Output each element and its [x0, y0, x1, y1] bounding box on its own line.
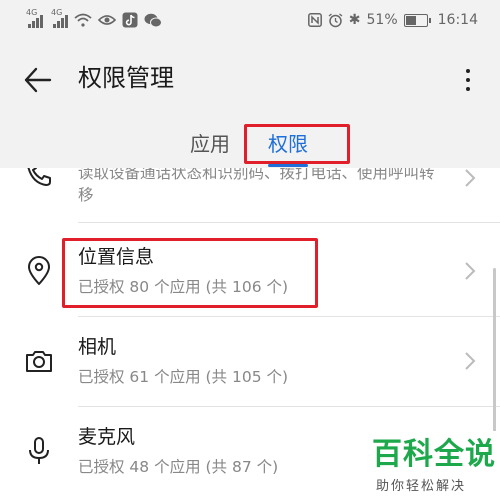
more-options-button[interactable]	[458, 62, 478, 98]
bluetooth-icon: ✱	[348, 12, 361, 28]
battery-icon	[403, 13, 431, 27]
wifi-icon	[74, 13, 92, 27]
clock: 16:14	[437, 12, 478, 28]
list-item-title: 相机	[78, 336, 117, 358]
location-pin-icon	[28, 256, 50, 285]
tab-apps[interactable]: 应用	[190, 130, 230, 158]
divider	[78, 222, 500, 223]
chevron-right-icon	[465, 352, 476, 370]
list-item-phone[interactable]: 读取设备通话状态和识别码、拨打电话、使用呼叫转移	[0, 168, 500, 220]
list-item-subtitle: 读取设备通话状态和识别码、拨打电话、使用呼叫转移	[78, 168, 435, 204]
list-item-subtitle: 已授权 61 个应用 (共 105 个)	[78, 368, 289, 386]
alarm-icon	[328, 12, 343, 27]
camera-icon	[26, 351, 52, 372]
tiktok-icon	[122, 12, 138, 28]
more-dots-icon	[466, 69, 470, 73]
watermark-title: 百科全说	[372, 437, 496, 472]
list-item-subtitle: 已授权 48 个应用 (共 87 个)	[78, 458, 279, 476]
chevron-right-icon	[465, 169, 476, 187]
app-bar: 权限管理	[0, 44, 500, 116]
eye-icon	[98, 15, 116, 25]
watermark-subtitle: 助你轻松解决	[376, 479, 467, 494]
divider	[78, 316, 500, 317]
status-left: 4G 4G	[26, 8, 162, 28]
microphone-icon	[29, 437, 49, 464]
highlight-box-location	[62, 238, 318, 308]
wechat-icon	[144, 13, 162, 27]
status-right: ✱ 51% 16:14	[307, 12, 478, 28]
active-tab-indicator	[268, 164, 308, 167]
back-arrow-icon	[24, 67, 52, 93]
highlight-box-tab	[244, 124, 350, 164]
page-title: 权限管理	[78, 64, 174, 92]
nfc-icon	[307, 13, 322, 27]
battery-percent: 51%	[366, 12, 398, 28]
signal-icon: 4G	[26, 8, 43, 28]
back-button[interactable]	[20, 62, 56, 98]
phone-icon	[27, 168, 51, 186]
divider	[78, 406, 500, 407]
chevron-right-icon	[465, 262, 476, 280]
list-item-title: 麦克风	[78, 426, 136, 448]
watermark-logo: 百科全说 助你轻松解决	[362, 431, 500, 503]
signal-icon-2: 4G	[51, 8, 68, 28]
status-bar: 4G 4G ✱ 51% 16:14	[0, 0, 500, 44]
list-item-camera[interactable]: 相机 已授权 61 个应用 (共 105 个)	[0, 318, 500, 406]
